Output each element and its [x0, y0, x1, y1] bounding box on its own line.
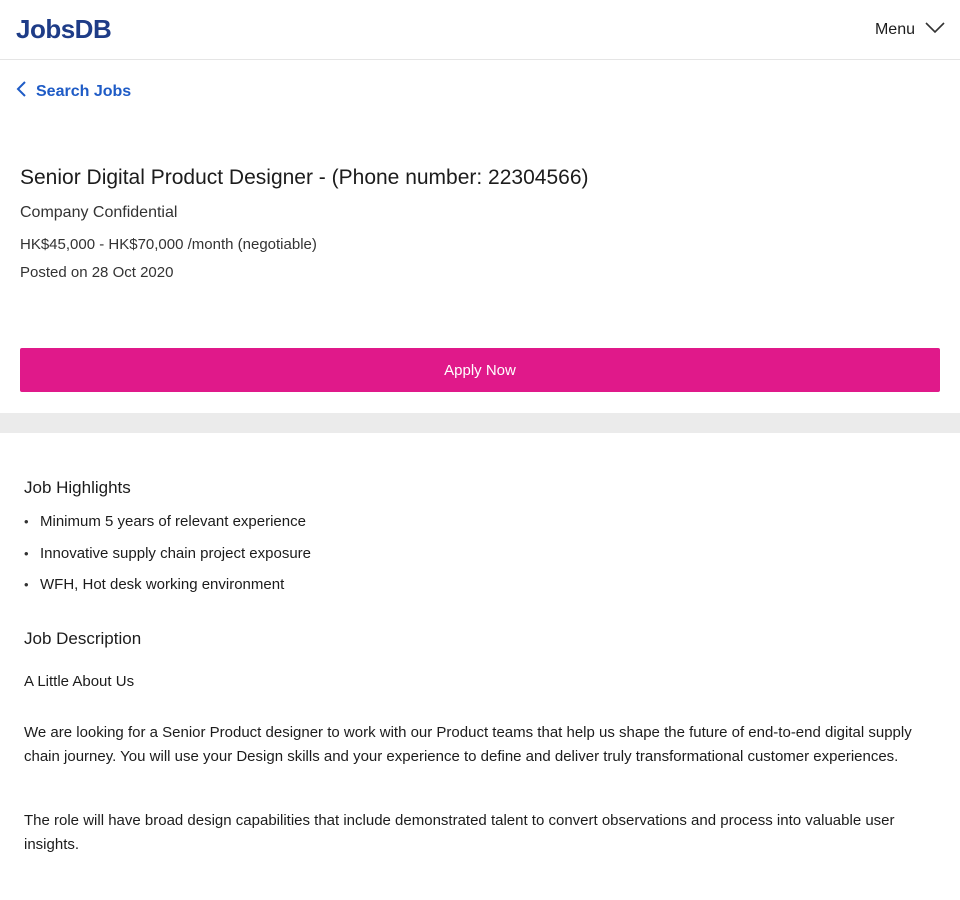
jobsdb-logo[interactable]: JobsDB [16, 14, 112, 45]
menu-label: Menu [874, 20, 915, 38]
back-to-search-link[interactable]: Search Jobs [16, 80, 131, 103]
company-name: Company Confidential [20, 204, 178, 221]
job-highlights-list: Minimum 5 years of relevant experience I… [24, 506, 936, 601]
job-details: Job Highlights Minimum 5 years of releva… [24, 470, 936, 872]
list-item: WFH, Hot desk working environment [24, 569, 936, 601]
chevron-left-icon [16, 80, 28, 103]
job-highlights-title: Job Highlights [24, 478, 131, 497]
section-divider [0, 413, 960, 433]
menu-button[interactable]: Menu [875, 21, 945, 39]
job-title: Senior Digital Product Designer - (Phone… [20, 166, 589, 189]
top-header: JobsDB Menu [0, 0, 960, 60]
list-item: Innovative supply chain project exposure [24, 538, 936, 570]
apply-now-button[interactable]: Apply Now [20, 348, 940, 392]
description-subtitle: A Little About Us [24, 672, 135, 690]
job-header: Senior Digital Product Designer - (Phone… [20, 160, 940, 284]
salary-range: HK$45,000 - HK$70,000 /month (negotiable… [20, 236, 317, 253]
chevron-down-icon [925, 21, 945, 39]
job-description-title: Job Description [24, 628, 142, 648]
back-label: Search Jobs [36, 82, 132, 100]
description-paragraph: The role will have broad design capabili… [24, 811, 895, 853]
description-paragraph: We are looking for a Senior Product desi… [24, 723, 912, 765]
list-item: Minimum 5 years of relevant experience [24, 506, 936, 538]
posted-date: Posted on 28 Oct 2020 [20, 264, 174, 281]
